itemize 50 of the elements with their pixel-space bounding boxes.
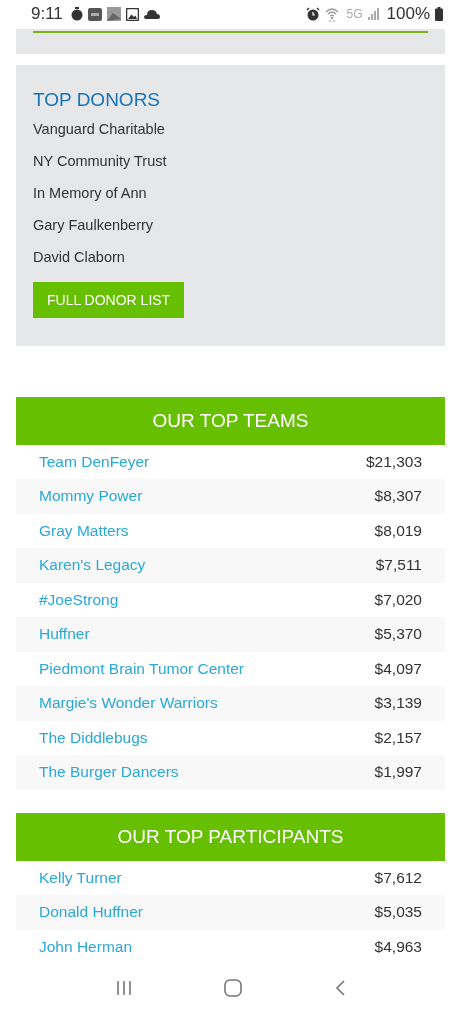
participant-link[interactable]: John Herman: [39, 937, 133, 956]
team-link[interactable]: Mommy Power: [39, 487, 143, 506]
back-icon[interactable]: [334, 980, 345, 997]
team-link[interactable]: Margie's Wonder Warriors: [39, 694, 218, 713]
donor-name: Vanguard Charitable: [33, 119, 166, 139]
participant-link[interactable]: Kelly Turner: [39, 868, 122, 887]
alarm-icon: [305, 7, 320, 22]
section-header: OUR TOP PARTICIPANTS: [16, 812, 445, 861]
donor-name: David Claborn: [33, 247, 126, 267]
donor-name: NY Community Trust: [33, 151, 168, 171]
cloud-icon: [143, 9, 160, 20]
amount-raised: $8,019: [374, 521, 422, 540]
image-thumbnail-icon: [106, 7, 121, 22]
amount-raised: $4,097: [374, 659, 422, 678]
amount-raised: $5,035: [374, 903, 422, 922]
team-link[interactable]: Gray Matters: [39, 521, 129, 540]
team-link[interactable]: Piedmont Brain Tumor Center: [39, 659, 245, 678]
app-notification-icon: [87, 7, 102, 21]
amount-raised: $7,511: [375, 556, 422, 575]
amount-raised: $7,612: [374, 868, 422, 887]
home-icon[interactable]: [224, 979, 243, 998]
wifi-icon: [324, 6, 339, 22]
amount-raised: $2,157: [374, 728, 422, 747]
amount-raised: $8,307: [374, 487, 422, 506]
donor-name: In Memory of Ann: [33, 183, 148, 203]
recent-apps-icon[interactable]: [116, 980, 133, 997]
section-header: OUR TOP TEAMS: [16, 396, 445, 445]
amount-raised: $21,303: [365, 452, 422, 471]
signal-icon: [367, 8, 380, 21]
battery-percent: 100%: [386, 4, 430, 25]
donor-name: Gary Faulkenberry: [33, 215, 155, 235]
team-link[interactable]: Huffner: [39, 625, 90, 644]
status-time: 9:11: [31, 4, 63, 25]
team-link[interactable]: Karen's Legacy: [39, 556, 146, 575]
amount-raised: $4,963: [374, 937, 422, 956]
timer-icon: [70, 7, 83, 22]
participant-link[interactable]: Donald Huffner: [39, 903, 143, 922]
amount-raised: $3,139: [374, 694, 422, 713]
network-type: 5G: [346, 7, 363, 22]
amount-raised: $7,020: [374, 590, 422, 609]
team-link[interactable]: The Burger Dancers: [39, 763, 179, 782]
amount-raised: $1,997: [374, 763, 422, 782]
battery-icon: [435, 7, 443, 22]
team-link[interactable]: The Diddlebugs: [39, 728, 148, 747]
team-link[interactable]: Team DenFeyer: [39, 452, 150, 471]
full-donor-list-button[interactable]: FULL DONOR LIST: [33, 281, 185, 318]
team-link[interactable]: #JoeStrong: [39, 590, 119, 609]
amount-raised: $5,370: [374, 625, 422, 644]
gallery-icon: [125, 7, 139, 21]
section-title: TOP DONORS: [33, 88, 162, 111]
